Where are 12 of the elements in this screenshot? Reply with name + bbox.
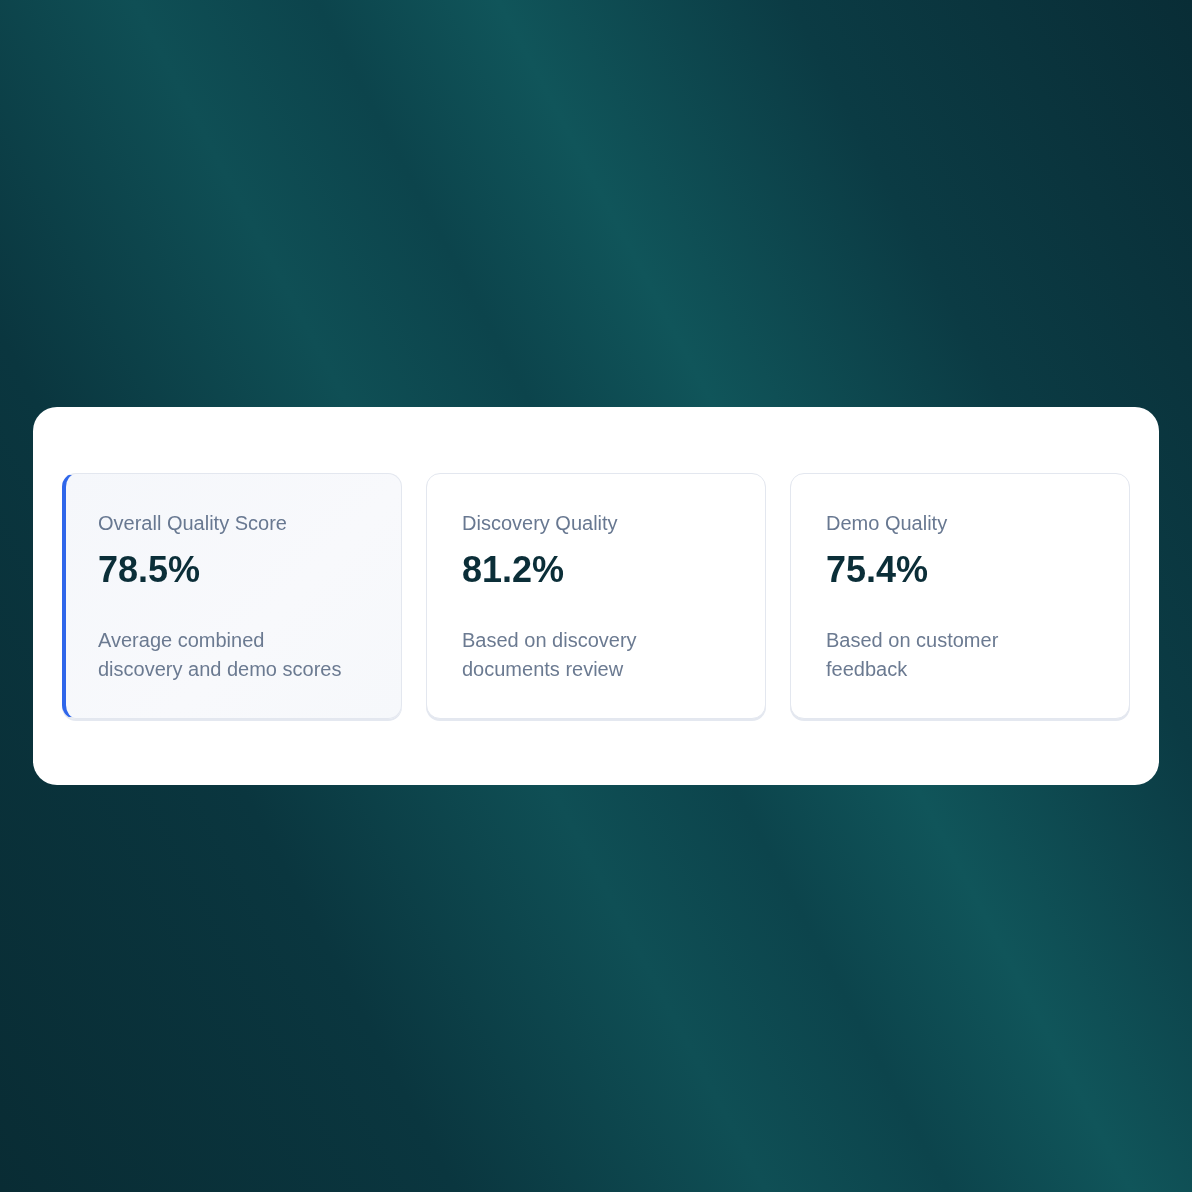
stat-label: Demo Quality bbox=[826, 511, 949, 536]
stat-card[interactable]: Overall Quality Score 78.5% Average combined discovery and demo scores bbox=[62, 473, 402, 719]
stat-value: 78.5% bbox=[98, 548, 202, 591]
stat-card[interactable]: Discovery Quality 81.2% Based on discovery documents review bbox=[426, 473, 766, 719]
stat-description: Based on customer feedback bbox=[826, 628, 1000, 682]
stat-description: Average combined discovery and demo scores bbox=[98, 628, 343, 682]
stat-value: 81.2% bbox=[462, 548, 566, 591]
stat-card[interactable]: Demo Quality 75.4% Based on customer feedback bbox=[790, 473, 1130, 719]
stat-description: Based on discovery documents review bbox=[462, 628, 638, 682]
stat-label: Overall Quality Score bbox=[98, 511, 288, 536]
stat-label: Discovery Quality bbox=[462, 511, 619, 536]
stat-value: 75.4% bbox=[826, 548, 930, 591]
